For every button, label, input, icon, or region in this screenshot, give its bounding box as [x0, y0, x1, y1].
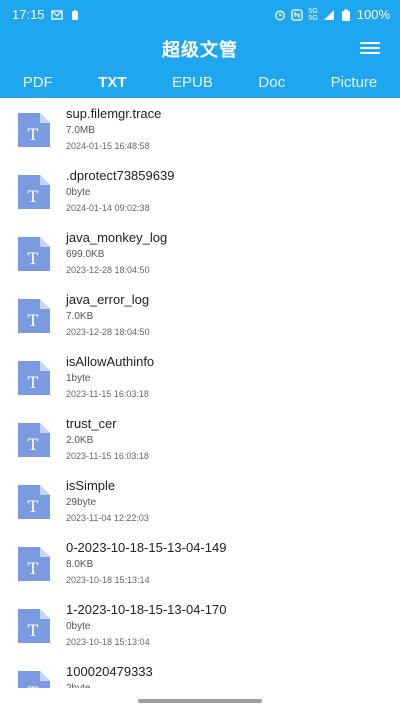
list-item[interactable]: T sup.filemgr.trace 7.0MB 2024-01-15 16:…: [0, 98, 400, 160]
file-date: 2023-11-15 16:03:18: [66, 389, 149, 399]
tab-doc[interactable]: Doc: [252, 70, 291, 95]
svg-text:T: T: [28, 249, 39, 268]
file-name: sup.filemgr.trace: [66, 106, 162, 121]
file-name: isSimple: [66, 478, 116, 493]
file-date: 2023-10-18 15:13:14: [66, 575, 150, 585]
hamburger-menu-icon[interactable]: [360, 40, 380, 56]
svg-text:T: T: [28, 683, 39, 688]
svg-text:T: T: [28, 497, 39, 516]
text-file-icon: T: [18, 237, 50, 271]
battery-saver-icon: [71, 9, 78, 20]
svg-text:T: T: [28, 621, 39, 640]
mail-icon: [50, 9, 63, 20]
app-header: 17:15 5G 5G 100% 超级文管 PDF TXT EPUB Doc P…: [0, 0, 400, 98]
text-file-icon: T: [18, 175, 50, 209]
file-size: 0byte: [66, 187, 91, 198]
alarm-icon: [275, 10, 286, 20]
tab-epub[interactable]: EPUB: [166, 70, 219, 95]
list-item[interactable]: T 0-2023-10-18-15-13-04-149 8.0KB 2023-1…: [0, 532, 400, 594]
text-file-icon: T: [18, 361, 50, 395]
list-item[interactable]: T trust_cer 2.0KB 2023-11-15 16:03:18: [0, 408, 400, 470]
text-file-icon: T: [18, 299, 50, 333]
list-item[interactable]: T java_error_log 7.0KB 2023-12-28 18:04:…: [0, 284, 400, 346]
file-name: 100020479333: [66, 664, 153, 679]
battery-icon: [341, 9, 350, 21]
file-name: 1-2023-10-18-15-13-04-170: [66, 602, 227, 617]
tab-bar: PDF TXT EPUB Doc Picture: [0, 66, 400, 98]
signal-icon: [323, 9, 334, 20]
file-size: 7.0KB: [66, 311, 94, 322]
file-date: 2023-12-28 18:04:50: [66, 327, 150, 337]
file-size: 1byte: [66, 373, 91, 384]
home-indicator[interactable]: [138, 699, 262, 703]
file-name: isAllowAuthinfo: [66, 354, 155, 369]
svg-text:T: T: [28, 311, 39, 330]
file-list: T sup.filemgr.trace 7.0MB 2024-01-15 16:…: [0, 98, 400, 688]
file-name: 0-2023-10-18-15-13-04-149: [66, 540, 227, 555]
file-name: java_monkey_log: [66, 230, 168, 245]
file-date: 2023-10-18 15:13:04: [66, 637, 150, 647]
nfc-icon: [291, 8, 304, 21]
battery-level: 100%: [356, 7, 390, 22]
file-name: trust_cer: [66, 416, 117, 431]
list-item[interactable]: T .dprotect73859639 0byte 2024-01-14 09:…: [0, 160, 400, 222]
text-file-icon: T: [18, 609, 50, 643]
svg-text:T: T: [28, 435, 39, 454]
text-file-icon: T: [18, 423, 50, 457]
file-date: 2023-12-28 18:04:50: [66, 265, 150, 275]
file-size: 0byte: [66, 621, 91, 632]
list-item[interactable]: T 1-2023-10-18-15-13-04-170 0byte 2023-1…: [0, 594, 400, 656]
tab-pdf[interactable]: PDF: [17, 70, 59, 95]
page-title: 超级文管: [162, 40, 238, 60]
file-name: java_error_log: [66, 292, 150, 307]
title-bar: 超级文管: [0, 30, 400, 66]
file-date: 2023-11-04 12:22:03: [66, 513, 149, 523]
text-file-icon: T: [18, 547, 50, 581]
status-bar: 17:15 5G 5G 100%: [0, 0, 400, 30]
file-size: 2byte: [66, 682, 153, 688]
file-size: 2.0KB: [66, 435, 94, 446]
file-date: 2024-01-15 16:48:58: [66, 141, 150, 151]
list-item[interactable]: T java_monkey_log 699.0KB 2023-12-28 18:…: [0, 222, 400, 284]
tab-picture[interactable]: Picture: [325, 70, 384, 95]
text-file-icon: T: [18, 671, 50, 688]
list-item[interactable]: T 100020479333 2byte: [0, 656, 400, 688]
svg-text:T: T: [28, 559, 39, 578]
status-time: 17:15: [12, 7, 45, 22]
file-size: 7.0MB: [66, 125, 95, 136]
network-type-label: 5G 5G: [308, 7, 318, 22]
file-size: 8.0KB: [66, 559, 94, 570]
file-name: .dprotect73859639: [66, 168, 175, 183]
list-item[interactable]: T isAllowAuthinfo 1byte 2023-11-15 16:03…: [0, 346, 400, 408]
file-size: 29byte: [66, 497, 97, 508]
file-size: 699.0KB: [66, 249, 105, 260]
file-date: 2024-01-14 09:02:38: [66, 203, 150, 213]
svg-text:T: T: [28, 373, 39, 392]
list-item[interactable]: T isSimple 29byte 2023-11-04 12:22:03: [0, 470, 400, 532]
tab-txt[interactable]: TXT: [92, 70, 132, 95]
text-file-icon: T: [18, 113, 50, 147]
svg-text:T: T: [28, 125, 39, 144]
file-date: 2023-11-15 16:03:18: [66, 451, 149, 461]
text-file-icon: T: [18, 485, 50, 519]
svg-text:T: T: [28, 187, 39, 206]
